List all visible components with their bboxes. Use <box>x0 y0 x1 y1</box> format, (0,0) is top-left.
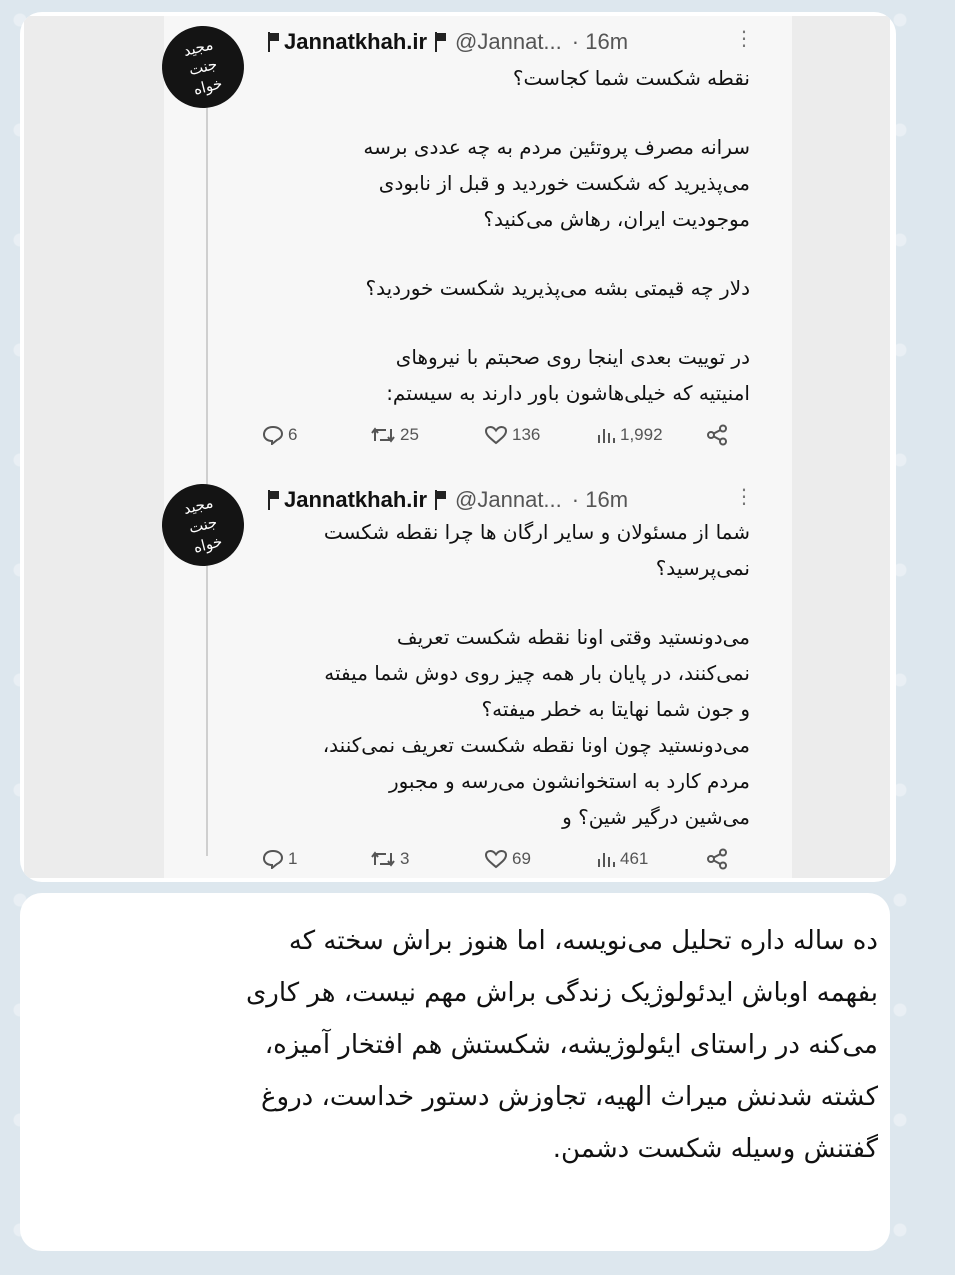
retweet-arrows-icon <box>371 427 395 443</box>
reply-button[interactable]: 1 <box>262 844 297 874</box>
tweet-body: نقطه شکست شما کجاست؟ سرانه مصرف پروتئین … <box>268 60 750 411</box>
flag-icon <box>435 32 447 52</box>
tweet-header: Jannatkhah.ir @Jannat... · 16m <box>268 482 748 518</box>
views-button[interactable]: 1,992 <box>596 420 663 450</box>
tweet-line: امنیتیه که خیلی‌هاشون باور دارند به سیست… <box>386 381 750 405</box>
tweet-line: نمی‌کنند، در پایان بار همه چیز روی دوش ش… <box>324 661 750 685</box>
view-count: 1,992 <box>620 425 663 444</box>
tweet-header: Jannatkhah.ir @Jannat... · 16m <box>268 24 748 60</box>
bar-chart-icon <box>598 429 615 443</box>
reply-button[interactable]: 6 <box>262 420 297 450</box>
like-count: 69 <box>512 849 531 868</box>
like-count: 136 <box>512 425 541 444</box>
tweet-time: · 16m <box>571 29 629 54</box>
share-button[interactable] <box>706 844 728 874</box>
vertical-dots-icon[interactable]: ⋮ <box>734 26 754 50</box>
author-handle[interactable]: @Jannat... <box>455 29 562 55</box>
message-caption-bubble[interactable]: ده ساله داره تحلیل می‌نویسه، اما هنوز بر… <box>20 893 890 1251</box>
retweet-button[interactable]: 3 <box>370 844 409 874</box>
tweet-line: موجودیت ایران، رهاش می‌کنید؟ <box>483 207 750 231</box>
caption-line: گفتنش وسیله شکست دشمن. <box>552 1134 878 1164</box>
bar-chart-icon <box>598 853 615 867</box>
view-count: 461 <box>620 849 649 868</box>
tweet-line: شما از مسئولان و سایر ارگان ها چرا نقطه … <box>323 520 750 544</box>
flag-icon <box>268 32 279 52</box>
retweet-button[interactable]: 25 <box>370 420 419 450</box>
avatar-calligraphy: مجید جنت خواه <box>181 493 225 557</box>
message-caption-text: ده ساله داره تحلیل می‌نویسه، اما هنوز بر… <box>70 915 878 1175</box>
like-button[interactable]: 69 <box>484 844 531 874</box>
caption-line: بفهمه اوباش ایدئولوژیک زندگی براش مهم نی… <box>245 978 878 1008</box>
thread-connector-line <box>206 104 208 856</box>
tweet-line: می‌دونستید چون اونا نقطه شکست تعریف نمی‌… <box>322 733 750 757</box>
tweet-line: مردم کارد به استخوانشون می‌رسه و مجبور <box>388 769 750 793</box>
tweet-actions: 6 25 136 1,992 <box>262 420 742 450</box>
tweet-line: نقطه شکست شما کجاست؟ <box>512 66 750 90</box>
reply-count: 6 <box>288 425 298 444</box>
views-button[interactable]: 461 <box>596 844 648 874</box>
retweet-arrows-icon <box>371 851 395 867</box>
tweet-actions: 1 3 69 461 <box>262 844 742 874</box>
retweet-count: 3 <box>400 849 410 868</box>
retweet-count: 25 <box>400 425 419 444</box>
caption-line: می‌کنه در راستای ایئولوژیشه، شکستش هم اف… <box>264 1030 878 1060</box>
author-name[interactable]: Jannatkhah.ir <box>284 487 427 513</box>
tweet-line: نمی‌پرسید؟ <box>655 556 750 580</box>
tweet-line: و جون شما نهایتا به خطر میفته؟ <box>481 697 750 721</box>
flag-icon <box>268 490 279 510</box>
caption-line: ده ساله داره تحلیل می‌نویسه، اما هنوز بر… <box>288 926 878 956</box>
tweet-line: سرانه مصرف پروتئین مردم به چه عددی برسه <box>363 135 750 159</box>
comment-bubble-icon <box>262 425 284 445</box>
caption-line: کشته شدنش میراث الهیه، تجاوزش دستور خداس… <box>261 1082 878 1112</box>
tweet-line: دلار چه قیمتی بشه می‌پذیرید شکست خوردید؟ <box>365 276 750 300</box>
tweet-body: شما از مسئولان و سایر ارگان ها چرا نقطه … <box>268 514 750 835</box>
like-button[interactable]: 136 <box>484 420 540 450</box>
heart-icon <box>484 849 508 869</box>
tweet-line: در توییت بعدی اینجا روی صحبتم با نیروهای <box>395 345 750 369</box>
heart-icon <box>484 425 508 445</box>
avatar-calligraphy: مجید جنت خواه <box>181 35 225 99</box>
share-button[interactable] <box>706 420 728 450</box>
comment-bubble-icon <box>262 849 284 869</box>
share-icon <box>707 424 727 446</box>
share-icon <box>707 848 727 870</box>
tweet-line: می‌شین درگیر شین؟ و <box>562 805 750 829</box>
author-handle[interactable]: @Jannat... <box>455 487 562 513</box>
tweet-time: · 16m <box>571 487 629 512</box>
flag-icon <box>435 490 447 510</box>
vertical-dots-icon[interactable]: ⋮ <box>734 484 754 508</box>
tweet-line: می‌پذیرید که شکست خوردید و قبل از نابودی <box>378 171 750 195</box>
reply-count: 1 <box>288 849 298 868</box>
author-name[interactable]: Jannatkhah.ir <box>284 29 427 55</box>
tweet-line: می‌دونستید وقتی اونا نقطه شکست تعریف <box>396 625 750 649</box>
